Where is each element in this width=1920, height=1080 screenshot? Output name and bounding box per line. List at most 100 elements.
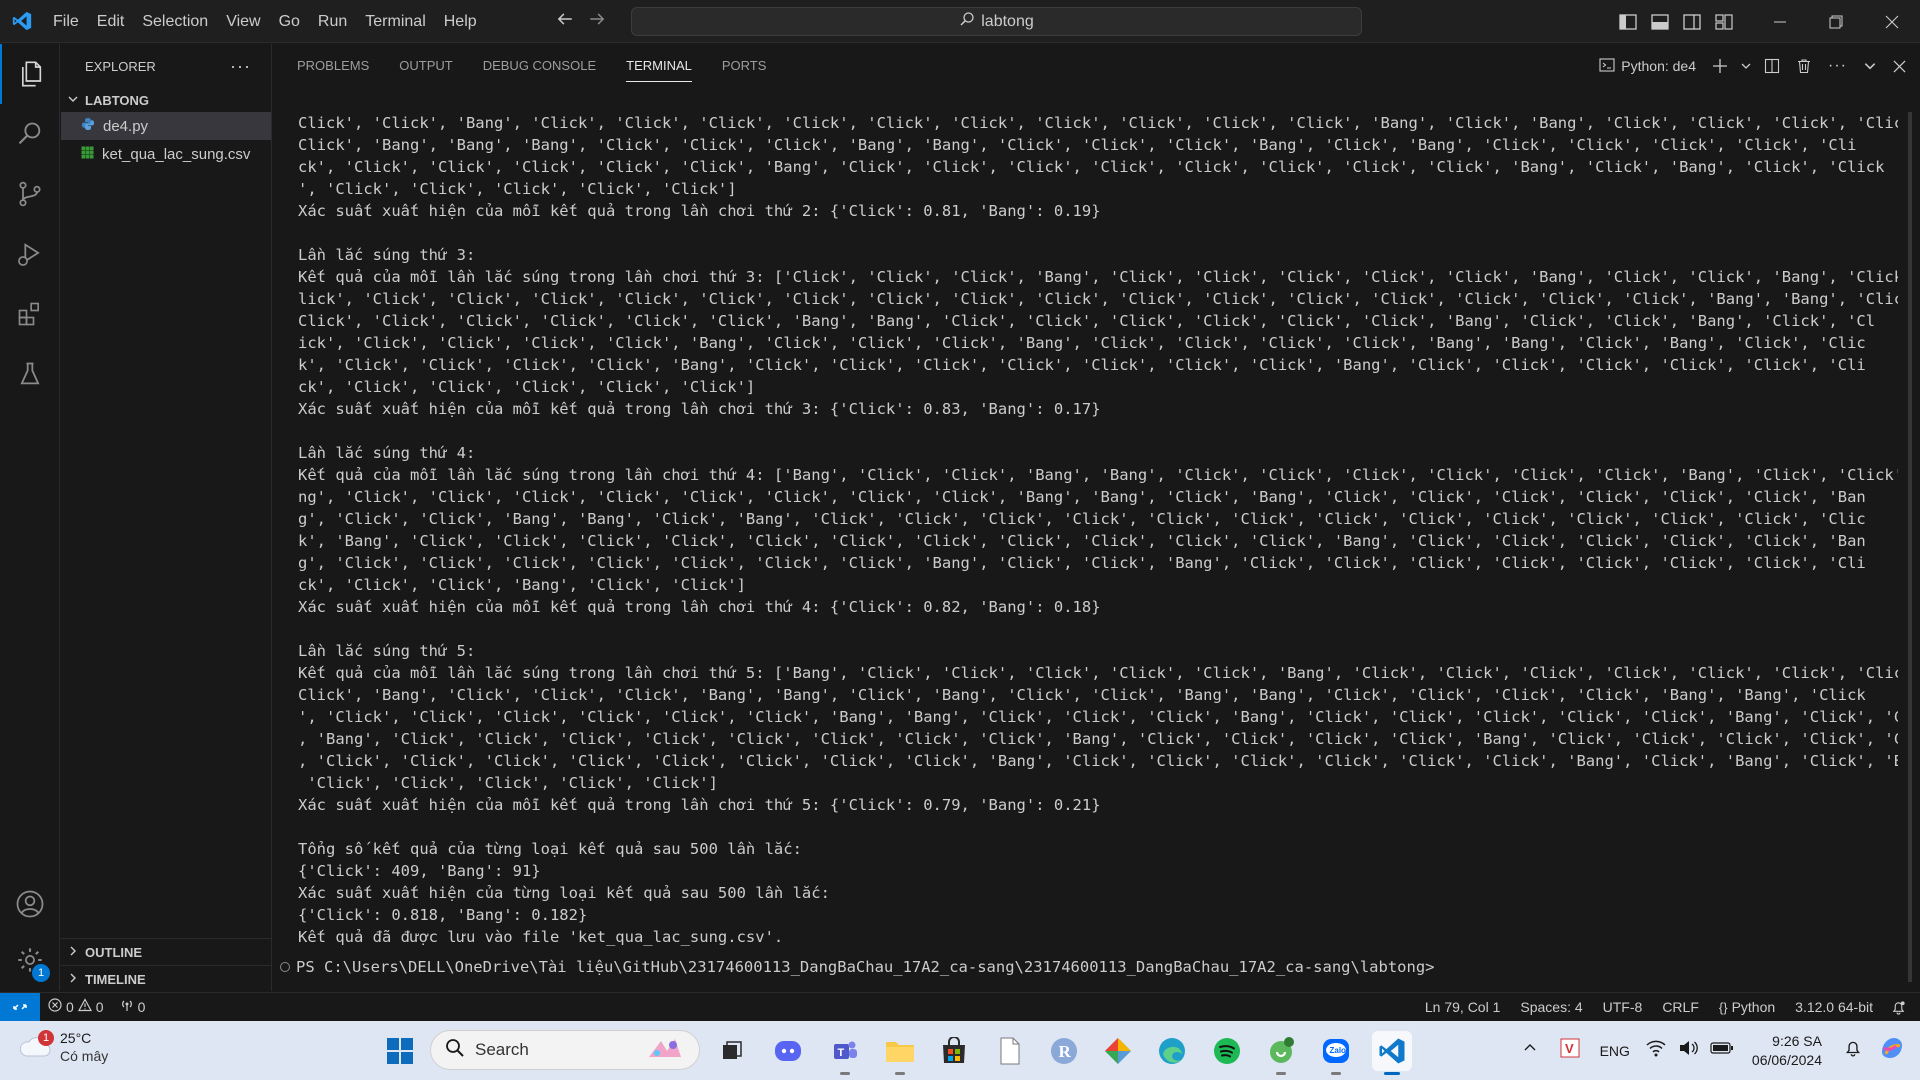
battery-icon[interactable] <box>1704 1041 1740 1060</box>
close-icon[interactable] <box>1864 0 1920 43</box>
svg-text:Zalo: Zalo <box>1330 1046 1347 1055</box>
more-actions-icon[interactable]: ··· <box>230 56 251 77</box>
menu-run[interactable]: Run <box>309 0 356 43</box>
new-terminal-plus-icon[interactable] <box>1704 44 1736 88</box>
taskbar-search[interactable]: Search <box>430 1030 700 1070</box>
problems-status[interactable]: 0 0 <box>40 993 112 1021</box>
blank-document-icon[interactable] <box>990 1031 1030 1071</box>
chevron-down-icon[interactable] <box>1736 44 1756 88</box>
outline-section[interactable]: OUTLINE <box>61 938 272 965</box>
end-of-line[interactable]: CRLF <box>1652 993 1709 1021</box>
menu-file[interactable]: File <box>44 0 88 43</box>
timeline-section[interactable]: TIMELINE <box>61 965 272 992</box>
clock[interactable]: 9:26 SA 06/06/2024 <box>1740 1032 1834 1070</box>
testing-icon[interactable] <box>0 344 60 404</box>
vscode-taskbar-icon[interactable] <box>1372 1031 1412 1075</box>
menu-view[interactable]: View <box>217 0 269 43</box>
terminal-name: Python: de4 <box>1621 58 1697 74</box>
terminal-line: Xác suất xuất hiện của mỗi kết quả trong… <box>298 400 1101 418</box>
copilot-icon[interactable] <box>1872 1034 1920 1067</box>
cursor-position[interactable]: Ln 79, Col 1 <box>1415 993 1511 1021</box>
wifi-icon[interactable] <box>1640 1039 1672 1062</box>
running-indicator <box>840 1072 850 1075</box>
zalo-icon[interactable]: Zalo <box>1316 1031 1356 1075</box>
customize-layout-icon[interactable] <box>1708 0 1740 43</box>
restore-icon[interactable] <box>1808 0 1864 43</box>
language-indicator[interactable]: ENG <box>1590 1043 1640 1059</box>
menu-selection[interactable]: Selection <box>133 0 217 43</box>
extensions-icon[interactable] <box>0 284 60 344</box>
file-explorer-icon[interactable] <box>880 1031 920 1075</box>
indentation[interactable]: Spaces: 4 <box>1510 993 1592 1021</box>
terminal-prompt-row[interactable]: PS C:\Users\DELL\OneDrive\Tài liệu\GitHu… <box>280 958 1434 976</box>
search-view-icon[interactable] <box>0 104 60 164</box>
tab-output[interactable]: OUTPUT <box>399 44 452 88</box>
file-item-csv[interactable]: ket_qua_lac_sung.csv <box>61 140 271 168</box>
source-control-icon[interactable] <box>0 164 60 224</box>
terminal-line: Tổng số kết quả của từng loại kết quả sa… <box>298 840 802 858</box>
terminal-line: ck', 'Click', 'Click', 'Click', 'Click',… <box>298 378 756 396</box>
notifications-bell-icon[interactable] <box>1883 993 1920 1021</box>
manage-badge: 1 <box>32 964 50 982</box>
r-app-icon[interactable]: R <box>1044 1031 1084 1071</box>
command-decoration-icon[interactable] <box>280 962 290 972</box>
csv-file-icon <box>81 146 94 163</box>
terminal-output[interactable]: Click', 'Click', 'Bang', 'Click', 'Click… <box>298 112 1898 992</box>
file-item-de4-py[interactable]: de4.py <box>61 112 271 140</box>
scrollbar-thumb[interactable] <box>1908 112 1912 982</box>
spotify-icon[interactable] <box>1207 1031 1247 1071</box>
terminal-scrollbar[interactable] <box>1908 112 1912 992</box>
menu-go[interactable]: Go <box>270 0 309 43</box>
tab-problems[interactable]: PROBLEMS <box>297 44 369 88</box>
edge-browser-icon[interactable] <box>1152 1031 1192 1071</box>
minimize-icon[interactable] <box>1752 0 1808 43</box>
tab-debug-console[interactable]: DEBUG CONSOLE <box>483 44 596 88</box>
toggle-secondary-sidebar-icon[interactable] <box>1676 0 1708 43</box>
vietkey-v-icon[interactable]: V <box>1550 1038 1590 1063</box>
terminal-line: {'Click': 0.818, 'Bang': 0.182} <box>298 906 588 924</box>
manage-gear-icon[interactable]: 1 <box>0 930 60 990</box>
encoding[interactable]: UTF-8 <box>1593 993 1653 1021</box>
tab-terminal[interactable]: TERMINAL <box>626 44 692 88</box>
menu-edit[interactable]: Edit <box>88 0 134 43</box>
explorer-icon[interactable] <box>0 44 60 104</box>
run-debug-icon[interactable] <box>0 224 60 284</box>
start-button-windows-icon[interactable] <box>382 1033 418 1069</box>
forward-arrow-icon[interactable] <box>588 10 606 33</box>
kill-terminal-trash-icon[interactable] <box>1788 44 1820 88</box>
command-center-search[interactable]: labtong <box>631 7 1362 36</box>
microsoft-store-icon[interactable] <box>934 1031 974 1071</box>
split-terminal-icon[interactable] <box>1756 44 1788 88</box>
terminal-line: Lần lắc súng thứ 3: <box>298 246 476 264</box>
discord-icon[interactable] <box>768 1031 808 1071</box>
volume-icon[interactable] <box>1672 1039 1704 1062</box>
show-hidden-icons-chevron-icon[interactable] <box>1510 1040 1550 1061</box>
remote-indicator-icon[interactable] <box>0 992 40 1021</box>
back-arrow-icon[interactable] <box>556 10 574 33</box>
accounts-icon[interactable] <box>0 874 60 934</box>
notification-bell-icon[interactable] <box>1834 1039 1872 1062</box>
colorful-app-icon[interactable] <box>1098 1031 1138 1071</box>
maximize-panel-chevron-icon[interactable] <box>1855 44 1885 88</box>
title-bar-controls <box>1612 0 1920 43</box>
toggle-panel-icon[interactable] <box>1644 0 1676 43</box>
vscode-logo-icon[interactable] <box>0 0 44 43</box>
close-panel-icon[interactable] <box>1885 44 1920 88</box>
tab-ports[interactable]: PORTS <box>722 44 767 88</box>
weather-widget[interactable]: 1 25°C Có mây <box>18 1029 108 1065</box>
menu-terminal[interactable]: Terminal <box>356 0 434 43</box>
outline-label: OUTLINE <box>85 944 143 960</box>
toggle-primary-sidebar-icon[interactable] <box>1612 0 1644 43</box>
terminal-line: ck', 'Click', 'Click', 'Click', 'Click',… <box>298 158 1885 176</box>
search-highlight-icon <box>643 1033 687 1068</box>
teams-icon[interactable]: T <box>825 1031 865 1075</box>
terminal-selector[interactable]: Python: de4 <box>1591 44 1704 88</box>
folder-header[interactable]: LABTONG <box>61 88 271 112</box>
menu-help[interactable]: Help <box>435 0 486 43</box>
task-view-icon[interactable] <box>712 1031 752 1071</box>
green-app-icon[interactable] <box>1261 1031 1301 1075</box>
python-interpreter[interactable]: 3.12.0 64-bit <box>1785 993 1883 1021</box>
ports-status[interactable]: 0 <box>112 993 154 1021</box>
language-mode[interactable]: {} Python <box>1709 993 1785 1021</box>
more-actions-icon[interactable]: ··· <box>1820 44 1855 88</box>
